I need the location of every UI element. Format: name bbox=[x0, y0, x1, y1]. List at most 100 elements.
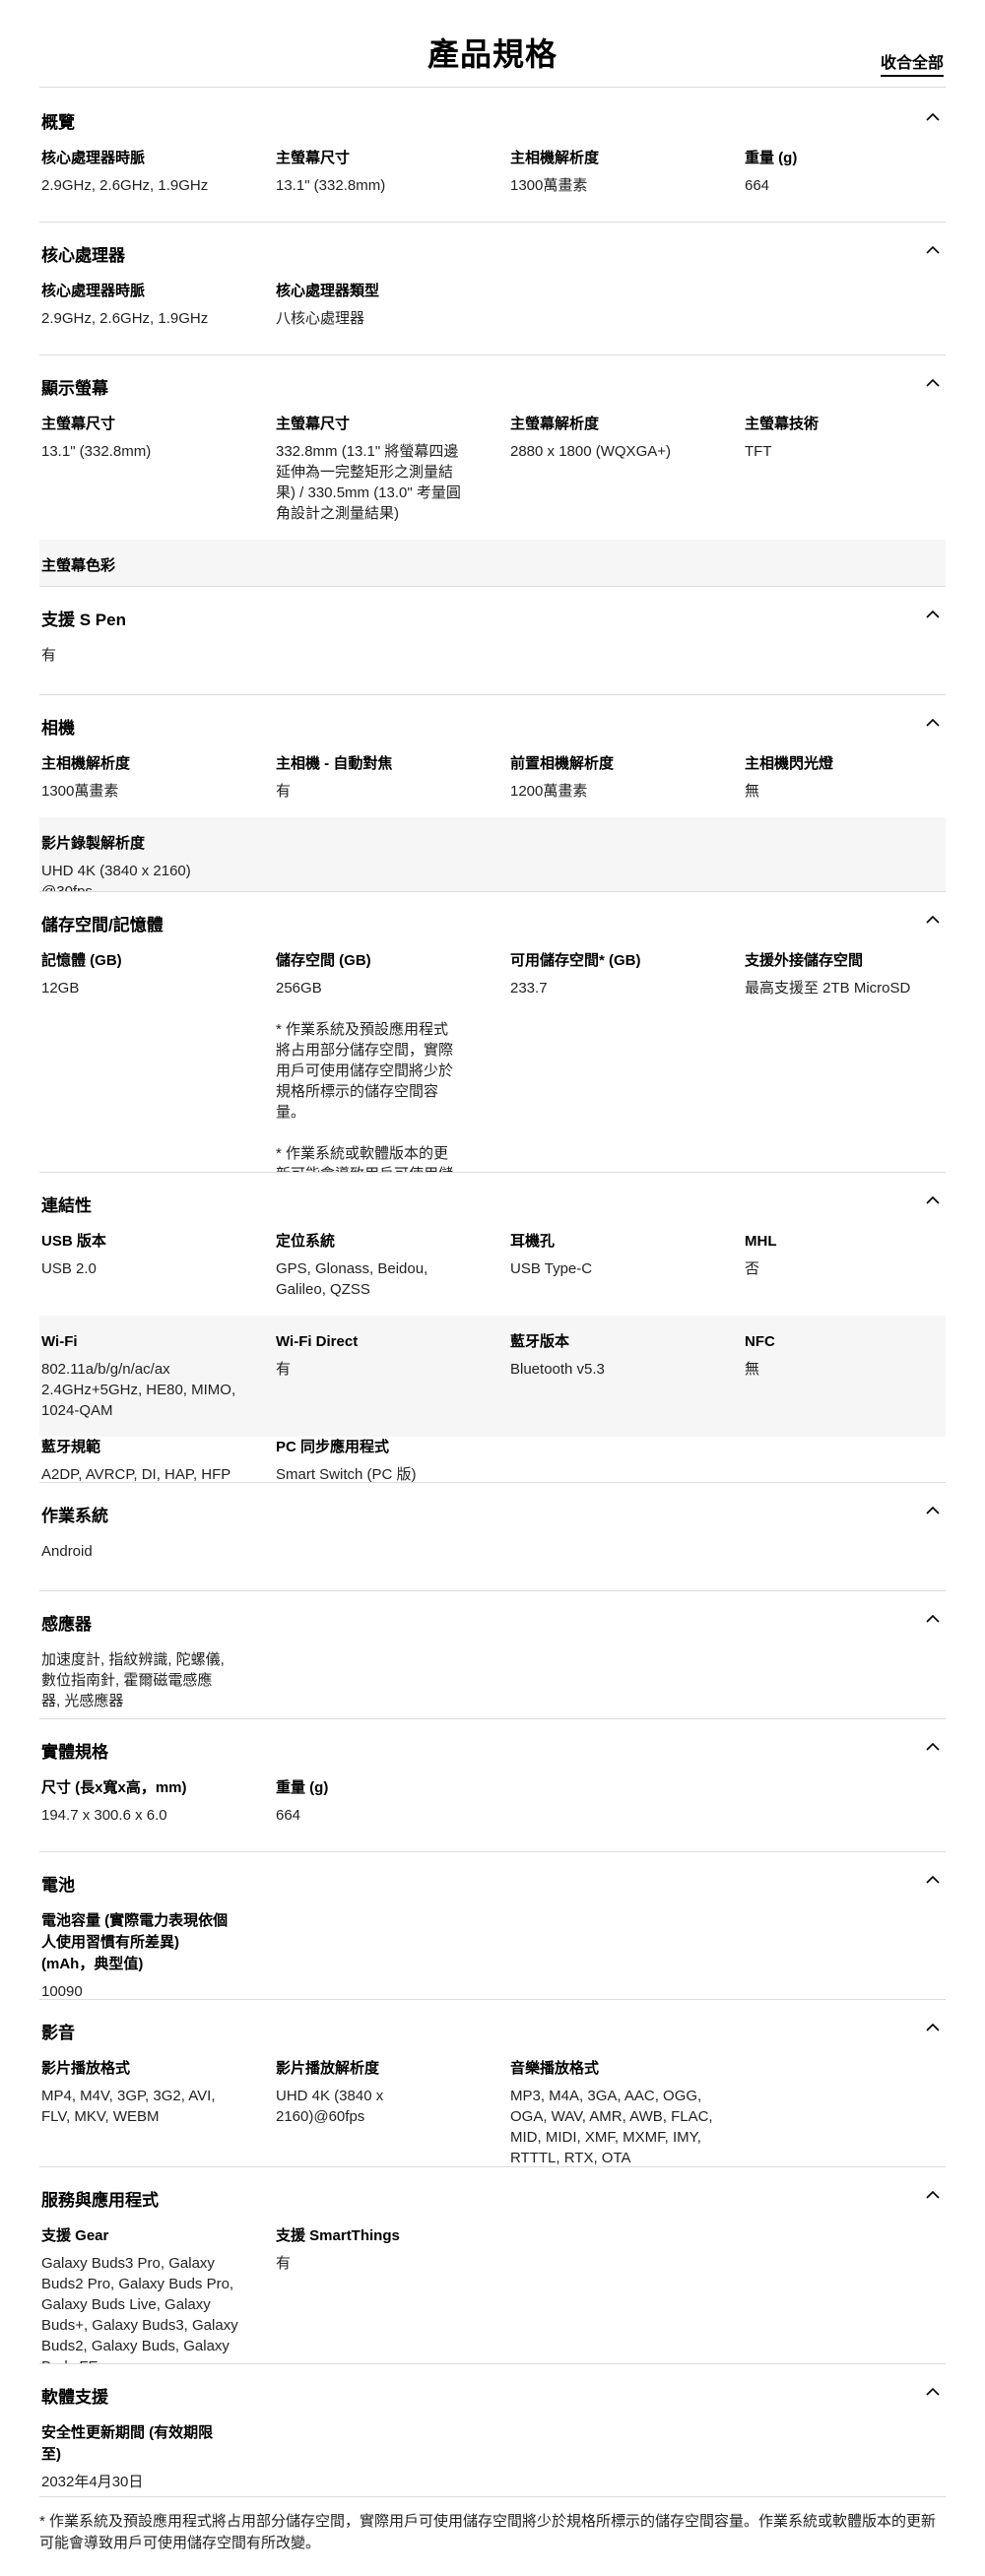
spec-section: 核心處理器 核心處理器時脈 2.9GHz, 2.6GHz, 1.9GHz 核心處理器類… bbox=[39, 222, 946, 355]
spec-item: 核心處理器時脈 2.9GHz, 2.6GHz, 1.9GHz bbox=[41, 281, 276, 329]
section-header[interactable]: 儲存空間/記憶體 bbox=[39, 891, 946, 950]
spec-value: 2.9GHz, 2.6GHz, 1.9GHz bbox=[41, 177, 209, 194]
spec-value: 332.8mm (13.1" 將螢幕四邊 延伸為一完整矩形之測量結 果) / 3… bbox=[276, 443, 461, 522]
spec-rows: 加速度計, 指紋辨識, 陀螺儀, 數位指南針, 霍爾磁電感應 器, 光感應器 bbox=[39, 1649, 946, 1718]
section-header[interactable]: 實體規格 bbox=[39, 1718, 946, 1777]
spec-rows: 尺寸 (長x寬x高，mm) 194.7 x 300.6 x 6.0 重量 (g) 66… bbox=[39, 1777, 946, 1841]
spec-row: 核心處理器時脈 2.9GHz, 2.6GHz, 1.9GHz 核心處理器類型 八核心處… bbox=[39, 281, 946, 345]
spec-section: 軟體支援安全性更新期間 (有效期限 至) 2032年4月30日 bbox=[39, 2363, 946, 2497]
collapse-all-button[interactable]: 收合全部 bbox=[880, 49, 944, 77]
spec-value: Galaxy Buds3 Pro, Galaxy Buds2 Pro, Gala… bbox=[41, 2255, 238, 2363]
spec-item: 安全性更新期間 (有效期限 至) 2032年4月30日 bbox=[41, 2422, 276, 2492]
chevron-up-icon[interactable] bbox=[926, 1612, 940, 1624]
spec-value: 2.9GHz, 2.6GHz, 1.9GHz bbox=[41, 310, 209, 327]
section-header[interactable]: 顯示螢幕 bbox=[39, 354, 946, 414]
spec-item: 記憶體 (GB) 12GB bbox=[41, 950, 276, 1172]
spec-row: 主相機解析度 1300萬畫素 主相機 - 自動對焦有前置相機解析度 1200萬畫素 主相… bbox=[39, 753, 946, 817]
section-header[interactable]: 支援 S Pen bbox=[39, 586, 946, 645]
spec-rows: Android bbox=[39, 1541, 946, 1578]
spec-item: 儲存空間 (GB) 256GB * 作業系統及預設應用程式 將占用部分儲存空間，實… bbox=[276, 950, 510, 1172]
spec-value: 加速度計, 指紋辨識, 陀螺儀, 數位指南針, 霍爾磁電感應 器, 光感應器 bbox=[41, 1651, 225, 1709]
spec-row: 安全性更新期間 (有效期限 至) 2032年4月30日 bbox=[39, 2422, 946, 2496]
section-header[interactable]: 感應器 bbox=[39, 1590, 946, 1649]
spec-label: 支援 Gear bbox=[41, 2227, 109, 2244]
chevron-up-icon[interactable] bbox=[926, 376, 940, 388]
spec-rows: 核心處理器時脈 2.9GHz, 2.6GHz, 1.9GHz 核心處理器類型 八核心處… bbox=[39, 281, 946, 345]
spec-label: 主螢幕尺寸 bbox=[276, 416, 351, 432]
section-header[interactable]: 核心處理器 bbox=[39, 222, 946, 281]
section-header[interactable]: 影音 bbox=[39, 1999, 946, 2058]
spec-value: 12GB bbox=[41, 980, 80, 997]
spec-value: 13.1" (332.8mm) bbox=[276, 177, 386, 194]
spec-label: 儲存空間 (GB) bbox=[276, 952, 371, 969]
section-header[interactable]: 電池 bbox=[39, 1851, 946, 1910]
spec-value: MP4, M4V, 3GP, 3G2, AVI, FLV, MKV, WEBM bbox=[41, 2088, 216, 2125]
spec-label: 支援外接儲存空間 bbox=[745, 952, 864, 969]
chevron-up-icon[interactable] bbox=[926, 608, 940, 619]
section-title: 軟體支援 bbox=[41, 2388, 108, 2407]
section-header[interactable]: 相機 bbox=[39, 694, 946, 753]
chevron-up-icon[interactable] bbox=[926, 2188, 940, 2200]
spec-row: 記憶體 (GB) 12GB 儲存空間 (GB) 256GB * 作業系統及預設應用程式… bbox=[39, 950, 946, 1172]
spec-item: 影片播放格式 MP4, M4V, 3GP, 3G2, AVI, FLV, MKV,… bbox=[41, 2058, 276, 2166]
chevron-up-icon[interactable] bbox=[926, 2021, 940, 2032]
spec-row: 有 bbox=[39, 645, 946, 681]
chevron-up-icon[interactable] bbox=[926, 1873, 940, 1885]
spec-item: 可用儲存空間* (GB) 233.7 bbox=[510, 950, 745, 1172]
section-header[interactable]: 連結性 bbox=[39, 1172, 946, 1231]
chevron-up-icon[interactable] bbox=[926, 1504, 940, 1515]
section-title: 實體規格 bbox=[41, 1743, 108, 1762]
spec-label: 記憶體 (GB) bbox=[41, 952, 122, 969]
spec-item: 主相機解析度 1300萬畫素 bbox=[510, 148, 745, 196]
section-header[interactable]: 概覽 bbox=[39, 89, 946, 148]
section-title: 支援 S Pen bbox=[41, 611, 126, 629]
spec-item: 有 bbox=[41, 645, 276, 666]
spec-item: 前置相機解析度 1200萬畫素 bbox=[510, 753, 745, 802]
spec-value: 有 bbox=[276, 1361, 292, 1378]
spec-item: 主螢幕尺寸 13.1" (332.8mm) bbox=[276, 148, 510, 196]
chevron-up-icon[interactable] bbox=[926, 243, 940, 255]
section-title: 儲存空間/記憶體 bbox=[41, 916, 164, 934]
footnote: * 作業系統及預設應用程式將占用部分儲存空間，實際用戶可使用儲存空間將少於規格所… bbox=[39, 2513, 937, 2551]
chevron-up-icon[interactable] bbox=[926, 2385, 940, 2397]
chevron-up-icon[interactable] bbox=[926, 716, 940, 728]
spec-value: 233.7 bbox=[510, 980, 548, 997]
spec-value: 八核心處理器 bbox=[276, 310, 365, 327]
spec-section: 相機 主相機解析度 1300萬畫素 主相機 - 自動對焦有前置相機解析度 1200萬畫素… bbox=[39, 694, 946, 892]
section-header[interactable]: 服務與應用程式 bbox=[39, 2166, 946, 2225]
spec-item: Wi-Fi Direct 有 bbox=[276, 1331, 510, 1421]
chevron-up-icon[interactable] bbox=[926, 1193, 940, 1205]
spec-rows: 主相機解析度 1300萬畫素 主相機 - 自動對焦有前置相機解析度 1200萬畫素 主相… bbox=[39, 753, 946, 891]
chevron-up-icon[interactable] bbox=[926, 1740, 940, 1752]
chevron-up-icon[interactable] bbox=[926, 913, 940, 925]
spec-section: 支援 S Pen 有 bbox=[39, 586, 946, 695]
spec-item: 支援外接儲存空間 最高支援至 2TB MicroSD bbox=[745, 950, 946, 1172]
spec-value: 256GB * 作業系統及預設應用程式 將占用部分儲存空間，實際 用戶可使用儲存… bbox=[276, 980, 454, 1172]
spec-rows: 影片播放格式 MP4, M4V, 3GP, 3G2, AVI, FLV, MKV,… bbox=[39, 2058, 946, 2166]
spec-label: 重量 (g) bbox=[276, 1779, 329, 1796]
spec-section: 作業系統 Android bbox=[39, 1482, 946, 1591]
spec-item: USB 版本 USB 2.0 bbox=[41, 1231, 276, 1300]
spec-label: 耳機孔 bbox=[510, 1233, 556, 1250]
spec-item: 主相機 - 自動對焦有 bbox=[276, 753, 510, 802]
spec-row: 影片播放格式 MP4, M4V, 3GP, 3G2, AVI, FLV, MKV,… bbox=[39, 2058, 946, 2166]
spec-value: 2032年4月30日 bbox=[41, 2474, 144, 2490]
spec-item: 加速度計, 指紋辨識, 陀螺儀, 數位指南針, 霍爾磁電感應 器, 光感應器 bbox=[41, 1649, 276, 1711]
spec-value: 有 bbox=[276, 2255, 292, 2272]
chevron-up-icon[interactable] bbox=[926, 110, 940, 122]
spec-row: 影片錄製解析度 UHD 4K (3840 x 2160) @30fps bbox=[39, 817, 946, 891]
section-header[interactable]: 軟體支援 bbox=[39, 2363, 946, 2422]
section-title: 概覽 bbox=[41, 113, 75, 132]
spec-value: 有 bbox=[41, 647, 57, 664]
spec-label: 主螢幕解析度 bbox=[510, 416, 600, 432]
spec-section: 感應器 加速度計, 指紋辨識, 陀螺儀, 數位指南針, 霍爾磁電感應 器, 光感應… bbox=[39, 1590, 946, 1719]
section-header[interactable]: 作業系統 bbox=[39, 1482, 946, 1541]
spec-section: 顯示螢幕 主螢幕尺寸 13.1" (332.8mm) 主螢幕尺寸 332.8mm (13… bbox=[39, 354, 946, 587]
spec-row: 主螢幕尺寸 13.1" (332.8mm) 主螢幕尺寸 332.8mm (13.1" … bbox=[39, 414, 946, 540]
spec-item: 影片播放解析度 UHD 4K (3840 x 2160)@60fps bbox=[276, 2058, 510, 2166]
spec-row: 尺寸 (長x寬x高，mm) 194.7 x 300.6 x 6.0 重量 (g) 66… bbox=[39, 1777, 946, 1841]
spec-item: 支援 SmartThings 有 bbox=[276, 2225, 510, 2363]
spec-item: 耳機孔 USB Type-C bbox=[510, 1231, 745, 1300]
spec-value: A2DP, AVRCP, DI, HAP, HFP bbox=[41, 1466, 231, 1483]
spec-label: 主相機解析度 bbox=[510, 150, 600, 166]
